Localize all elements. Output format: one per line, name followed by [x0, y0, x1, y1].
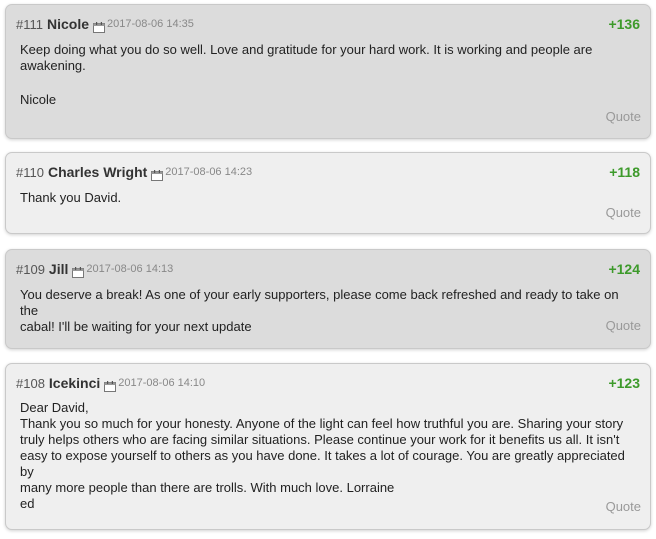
- comment-card: #111 Nicole 2017-08-06 14:35 +136 Keep d…: [5, 4, 651, 139]
- comment-date: 2017-08-06 14:35: [107, 18, 194, 30]
- comment-date: 2017-08-06 14:13: [86, 263, 174, 275]
- comment-text-line: easy to expose yourself to others as you…: [20, 448, 625, 479]
- comment-date: 2017-08-06 14:23: [165, 166, 253, 178]
- comment-card: #109 Jill 2017-08-06 14:13 +124 You dese…: [5, 249, 651, 349]
- comment-date: 2017-08-06 14:10: [118, 377, 206, 389]
- comment-card: #110 Charles Wright 2017-08-06 14:23 +11…: [5, 152, 651, 234]
- comment-author[interactable]: Icekinci: [49, 375, 100, 391]
- comment-body: Dear David, Thank you so much for your h…: [20, 400, 636, 512]
- comment-number: #109: [16, 261, 45, 277]
- comment-score: +124: [608, 261, 640, 277]
- comment-author[interactable]: Nicole: [47, 16, 89, 32]
- quote-link[interactable]: Quote: [606, 109, 641, 124]
- comment-text-line: Dear David,: [20, 400, 89, 415]
- comment-body: Thank you David.: [20, 190, 636, 206]
- comment-header: #108 Icekinci 2017-08-06 14:10 +123: [16, 373, 640, 393]
- comment-text-line: [20, 74, 636, 90]
- comment-text-line: Thank you David.: [20, 190, 122, 205]
- comment-text-line: You deserve a break! As one of your earl…: [20, 287, 619, 318]
- comment-score: +136: [608, 16, 640, 32]
- comment-header: #109 Jill 2017-08-06 14:13 +124: [16, 259, 640, 279]
- comment-text-line: ed: [20, 496, 35, 511]
- calendar-icon: [151, 168, 164, 181]
- comment-text-line: Keep doing what you do so well. Love and…: [20, 42, 593, 57]
- comment-card: #108 Icekinci 2017-08-06 14:10 +123 Dear…: [5, 363, 651, 530]
- quote-link[interactable]: Quote: [606, 318, 641, 333]
- comment-number: #108: [16, 375, 45, 391]
- comment-text-line: truly helps others who are facing simila…: [20, 432, 620, 447]
- comment-body: You deserve a break! As one of your earl…: [20, 287, 636, 335]
- comment-header: #110 Charles Wright 2017-08-06 14:23 +11…: [16, 162, 640, 182]
- quote-link[interactable]: Quote: [606, 499, 641, 514]
- comment-score: +123: [608, 375, 640, 391]
- comment-number: #110: [16, 164, 44, 180]
- comment-score: +118: [609, 164, 640, 180]
- comment-number: #111: [16, 16, 43, 32]
- comment-text-line: cabal! I'll be waiting for your next upd…: [20, 319, 252, 334]
- comment-text-line: awakening.: [20, 58, 86, 73]
- calendar-icon: [93, 20, 106, 33]
- comment-text-line: many more people than there are trolls. …: [20, 480, 395, 495]
- comment-text-line: Thank you so much for your honesty. Anyo…: [20, 416, 624, 431]
- comment-author[interactable]: Jill: [49, 261, 68, 277]
- calendar-icon: [104, 379, 117, 392]
- comment-text-line: Nicole: [20, 92, 57, 107]
- quote-link[interactable]: Quote: [606, 205, 641, 220]
- comment-header: #111 Nicole 2017-08-06 14:35 +136: [16, 14, 640, 34]
- calendar-icon: [72, 265, 85, 278]
- comment-author[interactable]: Charles Wright: [48, 164, 147, 180]
- comment-body: Keep doing what you do so well. Love and…: [20, 42, 636, 108]
